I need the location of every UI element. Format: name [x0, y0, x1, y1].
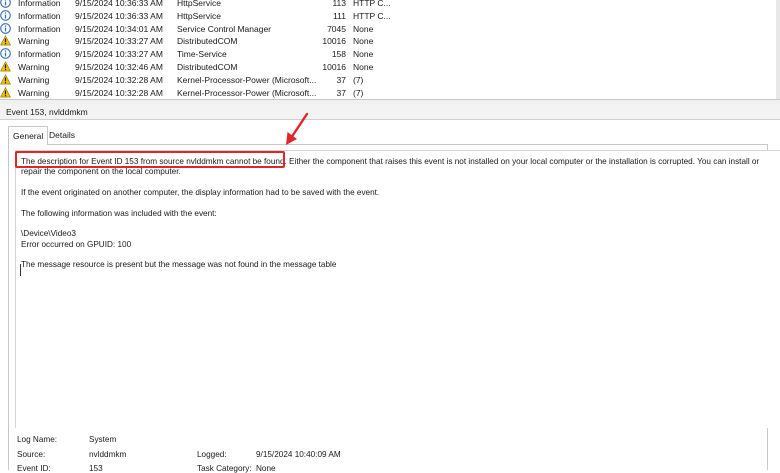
logged-value: 9/15/2024 10:40:09 AM: [256, 450, 341, 459]
description-paragraph: The following information was included w…: [21, 208, 217, 218]
event-task: HTTP C...: [353, 10, 391, 21]
event-task: (7): [353, 87, 364, 98]
warning-icon: [0, 73, 11, 85]
warning-icon: [0, 61, 11, 72]
event-id-label: Event ID:: [17, 464, 51, 473]
event-row[interactable]: Warning 9/15/2024 10:33:27 AM Distribute…: [0, 35, 780, 48]
description-paragraph: The message resource is present but the …: [21, 260, 337, 270]
event-level: Information: [18, 23, 61, 34]
event-id: 113: [332, 0, 346, 8]
event-row[interactable]: Information 9/15/2024 10:36:33 AM HttpSe…: [0, 0, 780, 10]
event-id: 37: [336, 74, 346, 85]
events-scrollbar[interactable]: [776, 0, 780, 99]
event-task: None: [353, 23, 374, 34]
information-icon: [0, 22, 11, 34]
event-row[interactable]: Warning 9/15/2024 10:32:28 AM Kernel-Pro…: [0, 73, 780, 87]
information-icon: [0, 48, 11, 60]
logged-label: Logged:: [197, 450, 227, 459]
event-date: 9/15/2024 10:36:33 AM: [75, 10, 163, 21]
event-description-box[interactable]: The description for Event ID 153 from so…: [15, 150, 780, 428]
source-label: Source:: [17, 450, 46, 459]
event-date: 9/15/2024 10:33:27 AM: [75, 36, 163, 47]
event-id: 111: [333, 10, 346, 21]
description-device-path: \Device\Video3: [21, 229, 76, 239]
event-source: Service Control Manager: [177, 23, 272, 34]
event-id: 37: [336, 87, 346, 98]
text-caret: [20, 264, 21, 276]
source-value: nvlddmkm: [89, 450, 127, 459]
event-date: 9/15/2024 10:32:28 AM: [75, 87, 163, 98]
event-level: Information: [18, 10, 61, 21]
highlight-annotation-box: [15, 151, 285, 168]
event-date: 9/15/2024 10:32:46 AM: [75, 62, 163, 72]
event-task: HTTP C...: [353, 0, 391, 8]
event-id: 158: [331, 49, 346, 60]
event-id: 10016: [322, 36, 346, 47]
description-error-line: Error occurred on GPUID: 100: [21, 239, 132, 249]
tab-frame-left: [8, 144, 9, 470]
warning-icon: [0, 86, 11, 97]
events-list[interactable]: Information 9/15/2024 10:36:33 AM HttpSe…: [0, 0, 780, 99]
warning-icon: [0, 35, 11, 46]
event-task: None: [353, 62, 374, 72]
event-level: Warning: [18, 74, 50, 85]
event-detail-title: Event 153, nvlddmkm: [6, 107, 88, 117]
event-source: DistributedCOM: [177, 36, 238, 47]
event-source: Time-Service: [177, 49, 227, 60]
event-date: 9/15/2024 10:36:33 AM: [75, 0, 163, 8]
detail-tabs: General Details: [0, 120, 780, 145]
event-level: Information: [18, 0, 61, 8]
event-source: Kernel-Processor-Power (Microsoft...: [177, 87, 317, 98]
event-task: None: [353, 36, 374, 47]
event-source: HttpService: [177, 10, 221, 21]
event-id-value: 153: [89, 464, 103, 473]
event-level: Warning: [18, 36, 50, 47]
tab-frame: [8, 144, 768, 145]
event-row[interactable]: Information 9/15/2024 10:34:01 AM Servic…: [0, 22, 780, 36]
event-row[interactable]: Warning 9/15/2024 10:32:46 AM Distribute…: [0, 61, 780, 74]
event-row[interactable]: Information 9/15/2024 10:33:27 AM Time-S…: [0, 48, 780, 61]
event-row[interactable]: Information 9/15/2024 10:36:33 AM HttpSe…: [0, 9, 780, 23]
event-level: Warning: [18, 87, 50, 98]
tab-general[interactable]: General: [8, 126, 49, 145]
event-detail-header: Event 153, nvlddmkm: [0, 104, 780, 120]
event-properties: Log Name: System Source: nvlddmkm Logged…: [0, 431, 780, 473]
log-name-value: System: [89, 435, 117, 444]
information-icon: [0, 9, 11, 21]
event-level: Warning: [18, 62, 50, 72]
event-id: 7045: [327, 23, 346, 34]
log-name-label: Log Name:: [17, 435, 58, 444]
event-task: (7): [353, 74, 364, 85]
tab-details[interactable]: Details: [45, 126, 79, 144]
event-task: None: [353, 49, 374, 60]
event-date: 9/15/2024 10:33:27 AM: [75, 49, 163, 60]
event-date: 9/15/2024 10:32:28 AM: [75, 74, 163, 85]
event-date: 9/15/2024 10:34:01 AM: [75, 23, 163, 34]
information-icon: [0, 0, 11, 8]
red-arrow-annotation-icon: [286, 112, 309, 145]
description-paragraph: If the event originated on another compu…: [21, 187, 380, 197]
event-row[interactable]: Warning 9/15/2024 10:32:28 AM Kernel-Pro…: [0, 86, 780, 99]
task-category-value: None: [256, 464, 276, 473]
event-source: HttpService: [177, 0, 221, 8]
event-id: 10016: [322, 62, 346, 72]
event-description: The description for Event ID 153 from so…: [21, 157, 763, 270]
event-level: Information: [18, 49, 61, 60]
task-category-label: Task Category:: [197, 464, 252, 473]
event-source: DistributedCOM: [177, 62, 238, 72]
event-source: Kernel-Processor-Power (Microsoft...: [177, 74, 317, 85]
